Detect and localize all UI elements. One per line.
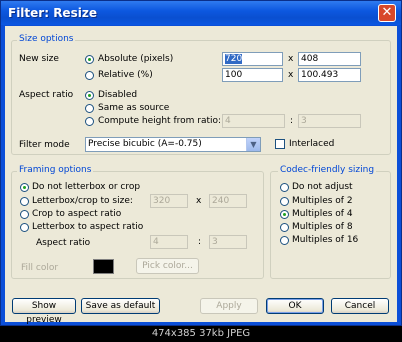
framing-aspect-label: Aspect ratio bbox=[36, 238, 91, 248]
framing-ratio-a-input[interactable]: 4 bbox=[150, 235, 188, 249]
dialog-body: Size options New size Absolute (pixels) … bbox=[5, 26, 397, 325]
title-bar[interactable]: Filter: Resize ✕ bbox=[1, 1, 401, 25]
ratio-colon: : bbox=[290, 116, 294, 126]
letterbox-height-input[interactable]: 240 bbox=[209, 194, 247, 208]
close-button[interactable]: ✕ bbox=[378, 4, 396, 22]
show-preview-button[interactable]: Show preview bbox=[12, 298, 76, 325]
relative-x-separator: x bbox=[288, 70, 294, 80]
framing-ratio-b-input[interactable]: 3 bbox=[209, 235, 247, 249]
save-as-default-button[interactable]: Save as default bbox=[81, 298, 160, 314]
framing-crop-label[interactable]: Crop to aspect ratio bbox=[32, 209, 121, 219]
codec-radio-16[interactable] bbox=[280, 236, 289, 245]
ratio-b-input[interactable]: 3 bbox=[298, 114, 361, 128]
aspect-compute-radio[interactable] bbox=[85, 117, 94, 126]
relative-height-input[interactable]: 100.493 bbox=[298, 68, 361, 82]
relative-label[interactable]: Relative (%) bbox=[98, 70, 153, 80]
aspect-ratio-label: Aspect ratio bbox=[19, 90, 74, 100]
framing-none-label[interactable]: Do not letterbox or crop bbox=[32, 182, 140, 192]
filter-mode-label: Filter mode bbox=[19, 140, 70, 150]
interlaced-checkbox[interactable] bbox=[275, 139, 285, 149]
chevron-down-icon[interactable]: ▼ bbox=[246, 138, 260, 151]
window-title: Filter: Resize bbox=[8, 6, 97, 20]
size-options-legend: Size options bbox=[17, 34, 76, 44]
framing-crop-radio[interactable] bbox=[20, 210, 29, 219]
codec-label-none[interactable]: Do not adjust bbox=[292, 182, 353, 192]
absolute-width-input[interactable]: 720 bbox=[222, 52, 283, 66]
framing-colon: : bbox=[198, 237, 202, 247]
codec-radio-4[interactable] bbox=[280, 210, 289, 219]
codec-radio-8[interactable] bbox=[280, 223, 289, 232]
absolute-radio[interactable] bbox=[85, 55, 94, 64]
close-icon: ✕ bbox=[381, 5, 393, 20]
fill-color-label: Fill color bbox=[21, 263, 59, 273]
new-size-label: New size bbox=[19, 54, 59, 64]
framing-letterbox-radio[interactable] bbox=[20, 197, 29, 206]
ok-button[interactable]: OK bbox=[266, 298, 324, 314]
framing-none-radio[interactable] bbox=[20, 183, 29, 192]
letterbox-x-separator: x bbox=[196, 196, 202, 206]
codec-label-2[interactable]: Multiples of 2 bbox=[292, 196, 353, 206]
resize-dialog: Filter: Resize ✕ Size options New size A… bbox=[0, 0, 402, 326]
framing-letterbox-label[interactable]: Letterbox/crop to size: bbox=[32, 196, 133, 206]
aspect-same-radio[interactable] bbox=[85, 104, 94, 113]
aspect-disabled-label[interactable]: Disabled bbox=[98, 90, 137, 100]
framing-letterbox-aspect-label[interactable]: Letterbox to aspect ratio bbox=[32, 222, 143, 232]
letterbox-width-input[interactable]: 320 bbox=[150, 194, 188, 208]
codec-radio-none[interactable] bbox=[280, 183, 289, 192]
codec-label-16[interactable]: Multiples of 16 bbox=[292, 235, 358, 245]
aspect-disabled-radio[interactable] bbox=[85, 91, 94, 100]
framing-options-legend: Framing options bbox=[17, 165, 94, 175]
image-caption: 474x385 37kb JPEG bbox=[151, 328, 251, 339]
relative-width-input[interactable]: 100 bbox=[222, 68, 283, 82]
fill-color-swatch bbox=[93, 259, 114, 274]
absolute-label[interactable]: Absolute (pixels) bbox=[98, 54, 173, 64]
absolute-x-separator: x bbox=[288, 54, 294, 64]
filter-mode-select[interactable]: Precise bicubic (A=-0.75) ▼ bbox=[85, 137, 261, 152]
apply-button[interactable]: Apply bbox=[200, 298, 258, 314]
relative-radio[interactable] bbox=[85, 71, 94, 80]
cancel-button[interactable]: Cancel bbox=[331, 298, 389, 314]
interlaced-label[interactable]: Interlaced bbox=[289, 139, 334, 149]
codec-label-8[interactable]: Multiples of 8 bbox=[292, 222, 353, 232]
aspect-compute-label[interactable]: Compute height from ratio: bbox=[98, 116, 221, 126]
aspect-same-label[interactable]: Same as source bbox=[98, 103, 169, 113]
absolute-height-input[interactable]: 408 bbox=[298, 52, 361, 66]
codec-sizing-legend: Codec-friendly sizing bbox=[278, 165, 377, 175]
codec-radio-2[interactable] bbox=[280, 197, 289, 206]
filter-mode-value: Precise bicubic (A=-0.75) bbox=[88, 139, 202, 149]
codec-label-4[interactable]: Multiples of 4 bbox=[292, 209, 353, 219]
framing-letterbox-aspect-radio[interactable] bbox=[20, 223, 29, 232]
pick-color-button[interactable]: Pick color... bbox=[136, 258, 199, 274]
ratio-a-input[interactable]: 4 bbox=[222, 114, 285, 128]
